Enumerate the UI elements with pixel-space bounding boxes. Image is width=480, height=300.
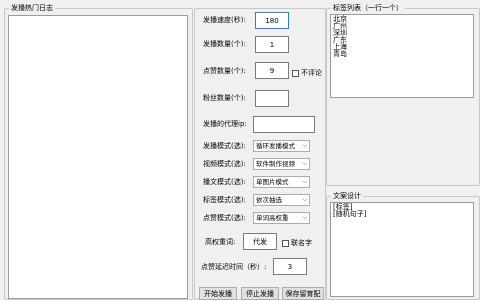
send-count-input[interactable]: 1 — [255, 36, 289, 53]
copy-design-textarea[interactable]: [标签] [随机句子] — [330, 202, 474, 297]
tag-list-item: 广州 — [333, 22, 347, 30]
chevron-down-icon: ⌵ — [302, 214, 307, 221]
tag-list-item: 广东 — [333, 36, 347, 44]
chevron-down-icon: ⌵ — [302, 196, 307, 203]
high-weight-word-input[interactable]: 代发 — [243, 233, 277, 250]
tag-list-textarea[interactable]: 北京 广州 深圳 广东 上海 青岛 — [330, 14, 474, 98]
stop-button[interactable]: 停止发播 — [241, 287, 279, 300]
contact-label: 联名字 — [291, 239, 312, 247]
send-count-label: 发播数量(个): — [203, 40, 246, 48]
tag-list-item: 北京 — [333, 15, 347, 23]
send-speed-input[interactable]: 180 — [255, 12, 289, 29]
proxy-ip-input[interactable] — [253, 116, 315, 133]
video-mode-value: 软件制作视频 — [256, 160, 295, 168]
no-comment-checkbox[interactable]: 不评论 — [292, 68, 322, 78]
image-mode-value: 单图片模式 — [256, 178, 289, 186]
tag-list-title: 标签列表（一行一个） — [331, 4, 405, 13]
start-button[interactable]: 开始发播 — [199, 287, 237, 300]
like-count-label: 点赞数量(个): — [203, 67, 246, 75]
tag-list-item: 深圳 — [333, 29, 347, 37]
contact-checkbox[interactable]: 联名字 — [282, 238, 312, 248]
like-delay-input[interactable]: 3 — [273, 258, 307, 275]
chevron-down-icon: ⌵ — [302, 142, 307, 149]
image-mode-select[interactable]: 单图片模式 ⌵ — [253, 176, 310, 188]
high-weight-word-label: 高权重词: — [205, 238, 236, 246]
log-group: 发播热门日志 — [4, 4, 193, 300]
send-mode-label: 发播模式(选): — [203, 142, 246, 150]
tag-mode-value: 依次抽选 — [256, 196, 282, 204]
video-mode-label: 视频模式(选): — [203, 160, 246, 168]
no-comment-box[interactable] — [292, 69, 299, 77]
save-button[interactable]: 保存留育配 — [282, 287, 324, 300]
like-delay-label: 点赞延迟时间（秒）: — [201, 263, 267, 271]
send-mode-value: 循环发播模式 — [256, 142, 295, 150]
tag-mode-label: 标签模式(选): — [203, 196, 246, 204]
proxy-ip-label: 发播的代理ip: — [203, 120, 247, 128]
log-group-title: 发播热门日志 — [9, 4, 55, 13]
send-mode-select[interactable]: 循环发播模式 ⌵ — [253, 140, 310, 152]
copy-design-group: 文案设计 [标签] [随机句子] — [326, 192, 480, 300]
tag-list-item: 上海 — [333, 43, 347, 51]
like-mode-select[interactable]: 单词高权重 ⌵ — [253, 212, 310, 224]
tag-mode-select[interactable]: 依次抽选 ⌵ — [253, 194, 310, 206]
no-comment-label: 不评论 — [301, 69, 322, 77]
tag-list-items: 北京 广州 深圳 广东 上海 青岛 — [333, 16, 471, 58]
contact-box[interactable] — [282, 239, 289, 247]
chevron-down-icon: ⌵ — [302, 178, 307, 185]
log-textarea[interactable] — [8, 15, 188, 299]
copy-design-title: 文案设计 — [331, 192, 363, 201]
fans-count-label: 粉丝数量(个): — [203, 94, 246, 102]
like-mode-value: 单词高权重 — [256, 214, 289, 222]
send-speed-label: 发播速度(秒): — [203, 16, 246, 24]
tag-list-item: 青岛 — [333, 50, 347, 58]
image-mode-label: 播文模式(选): — [203, 178, 246, 186]
tag-list-group: 标签列表（一行一个） 北京 广州 深圳 广东 上海 青岛 — [326, 4, 480, 186]
fans-count-input[interactable] — [255, 90, 289, 107]
chevron-down-icon: ⌵ — [302, 160, 307, 167]
video-mode-select[interactable]: 软件制作视频 ⌵ — [253, 158, 310, 170]
copy-line-random-sentence: [随机句子] — [333, 210, 367, 218]
like-mode-label: 点赞模式(选): — [203, 214, 246, 222]
like-count-input[interactable]: 9 — [255, 62, 289, 79]
